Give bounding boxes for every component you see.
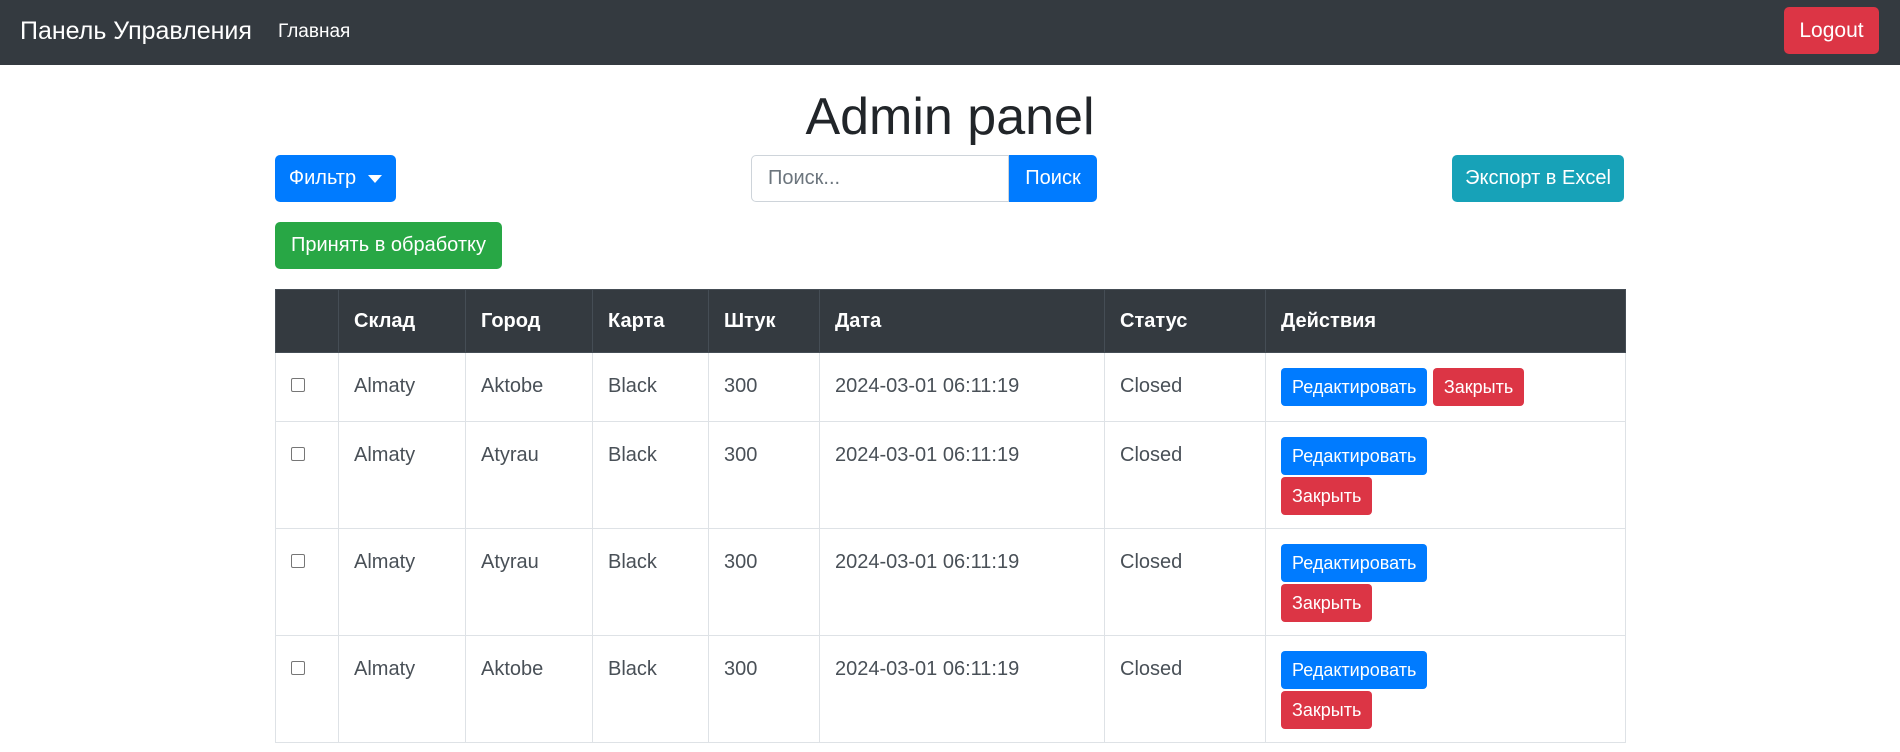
close-button[interactable]: Закрыть xyxy=(1281,584,1373,622)
cell-date-text: 2024-03-01 06:11:19 xyxy=(835,375,1020,397)
cell-quantity: 300 xyxy=(708,352,820,422)
cell-city-text: Atyrau xyxy=(481,551,539,573)
filter-dropdown-button[interactable]: Фильтр xyxy=(275,155,396,202)
cell-status-text: Closed xyxy=(1120,444,1183,466)
cell-city: Atyrau xyxy=(465,528,593,636)
cell-actions: Редактировать Закрыть xyxy=(1265,528,1626,636)
cell-quantity-text: 300 xyxy=(724,444,758,466)
row-select-cell xyxy=(275,528,339,636)
header-select xyxy=(275,289,339,353)
cell-warehouse-text: Almaty xyxy=(354,444,416,466)
cell-card-text: Black xyxy=(608,375,657,397)
cell-city-text: Aktobe xyxy=(481,658,544,680)
cell-date: 2024-03-01 06:11:19 xyxy=(819,352,1105,422)
cell-status: Closed xyxy=(1104,528,1266,636)
cell-status: Closed xyxy=(1104,352,1266,422)
row-select-cell xyxy=(275,421,339,529)
cell-card: Black xyxy=(592,528,709,636)
table-row: Almaty Atyrau Black 300 2024-03-01 06:11… xyxy=(275,528,1626,636)
accept-processing-button[interactable]: Принять в обработку xyxy=(275,222,502,269)
orders-table-container: Склад Город Карта Штук Дата Статус Дейст… xyxy=(275,289,1626,743)
cell-card-text: Black xyxy=(608,444,657,466)
table-row: Almaty Aktobe Black 300 2024-03-01 06:11… xyxy=(275,635,1626,743)
cell-date-text: 2024-03-01 06:11:19 xyxy=(835,658,1020,680)
caret-down-icon xyxy=(368,174,383,183)
top-navbar: Панель Управления Главная Logout xyxy=(0,0,1900,65)
cell-quantity: 300 xyxy=(708,528,820,636)
cell-quantity: 300 xyxy=(708,421,820,529)
cell-date: 2024-03-01 06:11:19 xyxy=(819,421,1105,529)
edit-button[interactable]: Редактировать xyxy=(1281,651,1428,689)
cell-quantity-text: 300 xyxy=(724,551,758,573)
cell-actions: Редактировать Закрыть xyxy=(1265,635,1626,743)
close-button[interactable]: Закрыть xyxy=(1281,477,1373,515)
row-select-cell xyxy=(275,352,339,422)
cell-card: Black xyxy=(592,421,709,529)
cell-card: Black xyxy=(592,635,709,743)
cell-date: 2024-03-01 06:11:19 xyxy=(819,528,1105,636)
row-select-cell xyxy=(275,635,339,743)
cell-city-text: Aktobe xyxy=(481,375,544,397)
table-row: Almaty Atyrau Black 300 2024-03-01 06:11… xyxy=(275,421,1626,529)
navbar-brand[interactable]: Панель Управления xyxy=(20,16,252,46)
edit-button[interactable]: Редактировать xyxy=(1281,368,1428,406)
cell-warehouse-text: Almaty xyxy=(354,375,416,397)
cell-date-text: 2024-03-01 06:11:19 xyxy=(835,551,1020,573)
header-date[interactable]: Дата xyxy=(819,289,1105,353)
close-button[interactable]: Закрыть xyxy=(1432,368,1525,406)
search-input[interactable] xyxy=(751,155,1009,202)
cell-city: Atyrau xyxy=(465,421,593,529)
header-quantity[interactable]: Штук xyxy=(708,289,820,353)
cell-warehouse: Almaty xyxy=(338,528,466,636)
edit-button[interactable]: Редактировать xyxy=(1281,437,1428,475)
cell-city: Aktobe xyxy=(465,352,593,422)
search-button[interactable]: Поиск xyxy=(1009,155,1097,202)
cell-warehouse-text: Almaty xyxy=(354,658,416,680)
nav-link-home[interactable]: Главная xyxy=(278,20,350,44)
header-city[interactable]: Город xyxy=(465,289,593,353)
orders-table: Склад Город Карта Штук Дата Статус Дейст… xyxy=(275,289,1626,743)
cell-warehouse: Almaty xyxy=(338,421,466,529)
export-excel-button[interactable]: Экспорт в Excel xyxy=(1452,155,1624,202)
table-row: Almaty Aktobe Black 300 2024-03-01 06:11… xyxy=(275,352,1626,422)
cell-date-text: 2024-03-01 06:11:19 xyxy=(835,444,1020,466)
header-card[interactable]: Карта xyxy=(592,289,709,353)
cell-card-text: Black xyxy=(608,551,657,573)
cell-status-text: Closed xyxy=(1120,658,1183,680)
row-checkbox[interactable] xyxy=(291,554,305,568)
cell-card: Black xyxy=(592,352,709,422)
logout-button[interactable]: Logout xyxy=(1784,7,1879,54)
cell-warehouse: Almaty xyxy=(338,635,466,743)
cell-status-text: Closed xyxy=(1120,551,1183,573)
cell-status-text: Closed xyxy=(1120,375,1183,397)
page-title: Admin panel xyxy=(805,88,1095,146)
header-status[interactable]: Статус xyxy=(1104,289,1266,353)
cell-warehouse-text: Almaty xyxy=(354,551,416,573)
cell-warehouse: Almaty xyxy=(338,352,466,422)
cell-actions: Редактировать Закрыть xyxy=(1265,352,1626,422)
cell-quantity-text: 300 xyxy=(724,375,758,397)
cell-status: Closed xyxy=(1104,421,1266,529)
cell-quantity-text: 300 xyxy=(724,658,758,680)
row-checkbox[interactable] xyxy=(291,661,305,675)
header-actions: Действия xyxy=(1265,289,1626,353)
cell-card-text: Black xyxy=(608,658,657,680)
filter-button-label: Фильтр xyxy=(288,167,357,189)
row-checkbox[interactable] xyxy=(291,447,305,461)
cell-status: Closed xyxy=(1104,635,1266,743)
edit-button[interactable]: Редактировать xyxy=(1281,544,1428,582)
cell-quantity: 300 xyxy=(708,635,820,743)
cell-city: Aktobe xyxy=(465,635,593,743)
cell-actions: Редактировать Закрыть xyxy=(1265,421,1626,529)
cell-city-text: Atyrau xyxy=(481,444,539,466)
header-warehouse[interactable]: Склад xyxy=(338,289,466,353)
row-checkbox[interactable] xyxy=(291,378,305,392)
cell-date: 2024-03-01 06:11:19 xyxy=(819,635,1105,743)
table-header-row: Склад Город Карта Штук Дата Статус Дейст… xyxy=(275,289,1626,353)
close-button[interactable]: Закрыть xyxy=(1281,691,1373,729)
